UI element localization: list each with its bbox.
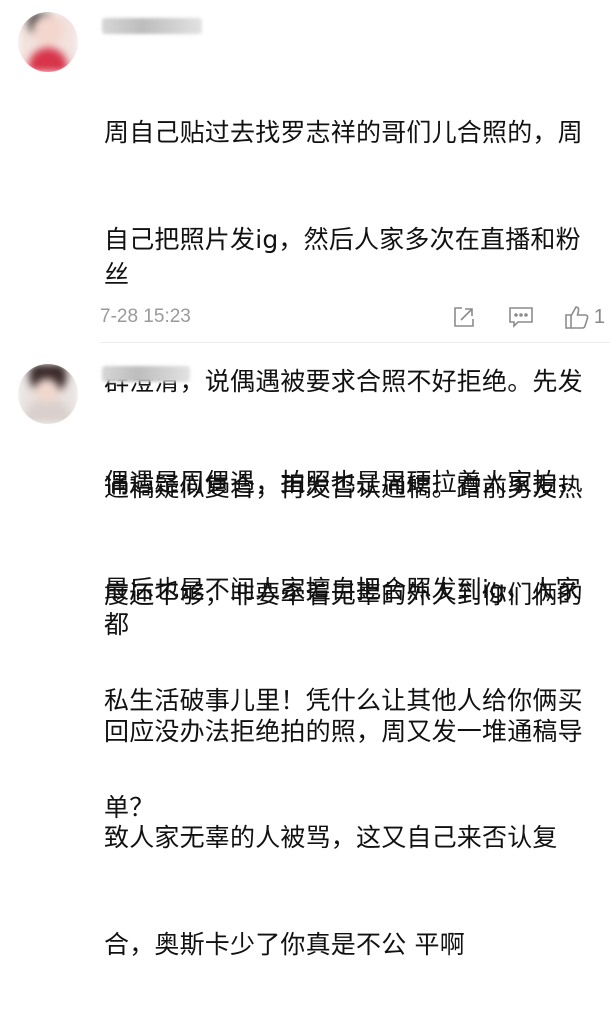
share-button[interactable] [452, 305, 476, 329]
comment-item-1: 周自己贴过去找罗志祥的哥们儿合照的，周 自己把照片发ig，然后人家多次在直播和粉… [0, 0, 610, 822]
comment-text: 偶遇是周偶遇，拍照也是周硬拉着人家拍， 最后也是不问人家擅自把合照发到ig，人家… [104, 468, 583, 959]
divider [100, 342, 610, 343]
like-button[interactable]: 1 [564, 304, 605, 330]
reply-button[interactable] [508, 305, 534, 329]
thumbs-up-icon [565, 306, 589, 329]
username[interactable] [102, 366, 190, 382]
avatar[interactable] [18, 364, 78, 424]
share-icon [454, 307, 474, 327]
comment-actions: 1 [424, 304, 605, 330]
timestamp: 7-28 15:23 [100, 306, 191, 327]
comment-meta: 7-28 15:23 1 [100, 302, 605, 332]
comment-item-2: 偶遇是周偶遇，拍照也是周硬拉着人家拍， 最后也是不问人家擅自把合照发到ig，人家… [0, 350, 610, 959]
comment-icon [509, 307, 533, 328]
avatar[interactable] [18, 12, 78, 72]
like-count: 1 [593, 305, 605, 328]
username[interactable] [102, 18, 202, 34]
